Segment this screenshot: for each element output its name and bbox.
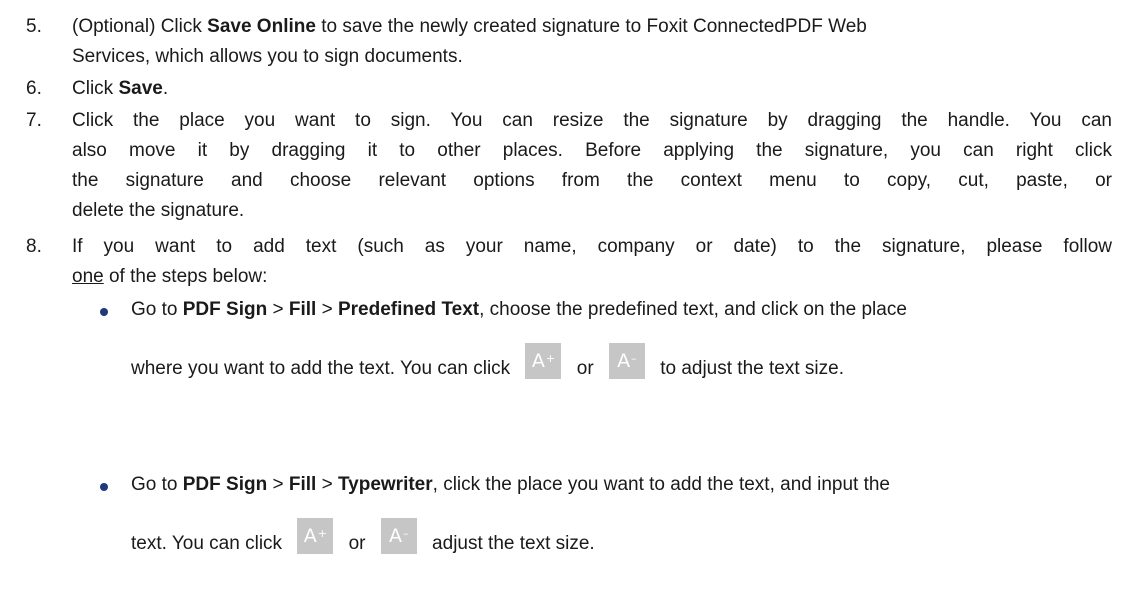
- bullet-item-typewriter: Go to PDF Sign > Fill > Typewriter, clic…: [131, 474, 891, 555]
- step-text: If you want to add text (such as your na…: [72, 236, 1112, 287]
- step-text: (Optional) Click Save Online to save the…: [72, 16, 867, 67]
- font-increase-icon[interactable]: A +: [525, 343, 562, 379]
- menu-fill: Fill: [288, 299, 317, 320]
- menu-fill: Fill: [288, 474, 317, 495]
- bullet-point: [100, 483, 108, 491]
- step-text: Click the place you want to sign. You ca…: [72, 110, 1112, 221]
- menu-pdf-sign: PDF Sign: [182, 299, 268, 320]
- step-number: 7.: [26, 110, 42, 131]
- font-decrease-icon[interactable]: A –: [380, 518, 417, 554]
- font-increase-icon[interactable]: A +: [297, 518, 334, 554]
- bullet-point: [100, 308, 108, 316]
- font-decrease-icon[interactable]: A –: [608, 343, 645, 379]
- menu-predefined-text: Predefined Text: [337, 299, 480, 320]
- underlined-word: one: [72, 266, 104, 287]
- menu-pdf-sign: PDF Sign: [182, 474, 268, 495]
- bullet-item-predefined-text: Go to PDF Sign > Fill > Predefined Text,…: [131, 299, 907, 380]
- step-text: Click Save.: [72, 78, 169, 99]
- step-number: 5.: [26, 16, 42, 37]
- step-number: 8.: [26, 236, 42, 257]
- menu-typewriter: Typewriter: [337, 474, 433, 495]
- step-number: 6.: [26, 78, 42, 99]
- save-label: Save: [118, 78, 163, 99]
- save-online-label: Save Online: [207, 16, 316, 37]
